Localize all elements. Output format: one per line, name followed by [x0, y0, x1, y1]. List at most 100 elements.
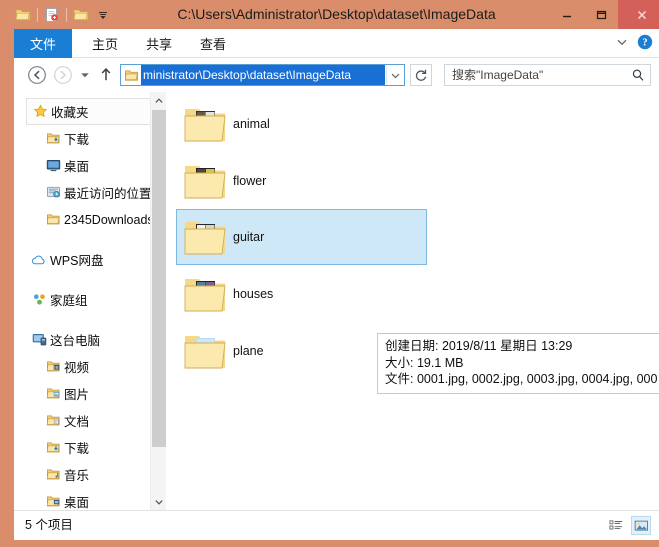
tooltip-size: 大小: 19.1 MB: [385, 355, 464, 370]
folder-icon: [177, 160, 233, 202]
back-button[interactable]: [25, 63, 49, 87]
recent-locations-dropdown[interactable]: [76, 63, 94, 87]
sidebar-scrollbar[interactable]: [150, 92, 166, 510]
sidebar-item-label: 这台电脑: [50, 334, 101, 348]
sidebar-item-label: 家庭组: [50, 294, 88, 308]
cloud-icon: [28, 252, 50, 268]
address-input[interactable]: ministrator\Desktop\dataset\ImageData: [120, 64, 405, 86]
sidebar-item-label: 音乐: [64, 469, 90, 483]
maximize-button[interactable]: [584, 0, 618, 29]
sidebar-item-label: 桌面: [64, 496, 90, 510]
list-item[interactable]: animal: [176, 96, 427, 152]
folder-icon: [177, 216, 233, 258]
sidebar-item-this-pc[interactable]: 这台电脑: [14, 326, 166, 353]
scrollbar-thumb[interactable]: [152, 110, 166, 447]
videos-folder-icon: [42, 359, 64, 374]
sidebar-item-2345downloads[interactable]: 2345Downloads: [14, 206, 166, 233]
address-bar-row: ministrator\Desktop\dataset\ImageData: [14, 58, 659, 92]
sidebar-item-label: 桌面: [64, 160, 90, 174]
folder-icon: [177, 273, 233, 315]
list-item[interactable]: flower: [176, 153, 427, 209]
sidebar-item-recent-places[interactable]: 最近访问的位置: [14, 179, 166, 206]
file-list-pane[interactable]: animal flower guitar houses plane: [167, 92, 659, 510]
sidebar-item-label: 下载: [64, 133, 90, 147]
folder-icon[interactable]: [13, 5, 33, 25]
details-view-icon[interactable]: [606, 516, 626, 535]
sidebar-item-music[interactable]: 音乐: [14, 461, 166, 488]
downloads-folder-icon: [42, 131, 64, 146]
address-dropdown-icon[interactable]: [386, 65, 404, 85]
sidebar-gap-1: [14, 233, 166, 246]
large-icons-view-icon[interactable]: [631, 516, 651, 535]
folder-icon: [121, 68, 141, 83]
scroll-up-icon[interactable]: [151, 92, 166, 109]
properties-icon[interactable]: [42, 5, 62, 25]
computer-icon: [28, 332, 50, 347]
close-button[interactable]: [618, 0, 659, 29]
list-item[interactable]: houses: [176, 266, 427, 322]
file-name: flower: [233, 174, 267, 188]
tooltip-files: 文件: 0001.jpg, 0002.jpg, 0003.jpg, 0004.j…: [385, 372, 658, 386]
sidebar-item-wps-cloud[interactable]: WPS网盘: [14, 246, 166, 273]
sidebar-item-label: 2345Downloads: [64, 212, 154, 227]
customize-dropdown-icon[interactable]: [93, 5, 113, 25]
explorer-body: 收藏夹 下载 桌面 最近访问的位置 2345Downloads WPS网盘 家庭…: [14, 92, 659, 510]
svg-text:?: ?: [642, 38, 647, 49]
title-bar: C:\Users\Administrator\Desktop\dataset\I…: [7, 0, 659, 29]
sidebar-gap-3: [14, 313, 166, 326]
sidebar-item-downloads-pc[interactable]: 下载: [14, 434, 166, 461]
scroll-down-icon[interactable]: [151, 493, 166, 510]
forward-button[interactable]: [51, 63, 75, 87]
search-box[interactable]: [444, 64, 651, 86]
ribbon-tab-strip: 文件 主页 共享 查看 ?: [14, 29, 659, 58]
tab-file[interactable]: 文件: [14, 29, 73, 58]
sidebar-item-videos[interactable]: 视频: [14, 353, 166, 380]
minimize-button[interactable]: [550, 0, 584, 29]
desktop-folder-icon: [42, 494, 64, 509]
sidebar-item-desktop[interactable]: 桌面: [14, 152, 166, 179]
tab-share[interactable]: 共享: [132, 29, 186, 58]
recent-places-icon: [42, 185, 64, 200]
documents-folder-icon: [42, 413, 64, 428]
sidebar-item-desktop-pc[interactable]: 桌面: [14, 488, 166, 510]
list-item[interactable]: guitar: [176, 209, 427, 265]
search-input[interactable]: [445, 67, 626, 83]
folder-icon: [177, 330, 233, 372]
sidebar-item-label: WPS网盘: [50, 254, 104, 268]
new-folder-icon[interactable]: [71, 5, 91, 25]
pictures-folder-icon: [42, 386, 64, 401]
qat-separator-1: [37, 7, 38, 22]
sidebar-item-label: 图片: [64, 388, 90, 402]
search-icon[interactable]: [626, 65, 650, 85]
view-mode-buttons: [606, 516, 651, 535]
ribbon-tabs: 文件 主页 共享 查看: [14, 29, 240, 58]
sidebar-item-documents[interactable]: 文档: [14, 407, 166, 434]
downloads-folder-icon: [42, 440, 64, 455]
ribbon-right-controls: ?: [615, 29, 653, 58]
sidebar-item-homegroup[interactable]: 家庭组: [14, 286, 166, 313]
sidebar-item-favorites[interactable]: 收藏夹: [26, 98, 160, 125]
homegroup-icon: [28, 292, 50, 307]
quick-access-toolbar: [13, 4, 113, 25]
address-text: ministrator\Desktop\dataset\ImageData: [141, 65, 385, 85]
refresh-button[interactable]: [410, 64, 432, 86]
folder-icon: [42, 212, 64, 227]
window-controls: [550, 0, 659, 29]
file-name: plane: [233, 344, 264, 358]
file-name: animal: [233, 117, 270, 131]
sidebar-item-label: 视频: [64, 361, 90, 375]
up-button[interactable]: [96, 63, 116, 87]
sidebar-item-downloads[interactable]: 下载: [14, 125, 166, 152]
sidebar-item-pictures[interactable]: 图片: [14, 380, 166, 407]
navigation-pane[interactable]: 收藏夹 下载 桌面 最近访问的位置 2345Downloads WPS网盘 家庭…: [14, 92, 166, 510]
tab-view[interactable]: 查看: [186, 29, 240, 58]
sidebar-item-label: 下载: [64, 442, 90, 456]
sidebar-item-label: 收藏夹: [51, 106, 89, 120]
item-count-label: 5 个项目: [25, 518, 73, 532]
help-icon[interactable]: ?: [637, 34, 653, 53]
file-name: guitar: [233, 230, 265, 244]
chevron-down-icon[interactable]: [615, 35, 629, 52]
qat-separator-2: [66, 7, 67, 22]
explorer-window: C:\Users\Administrator\Desktop\dataset\I…: [0, 0, 659, 547]
tab-home[interactable]: 主页: [78, 29, 132, 58]
